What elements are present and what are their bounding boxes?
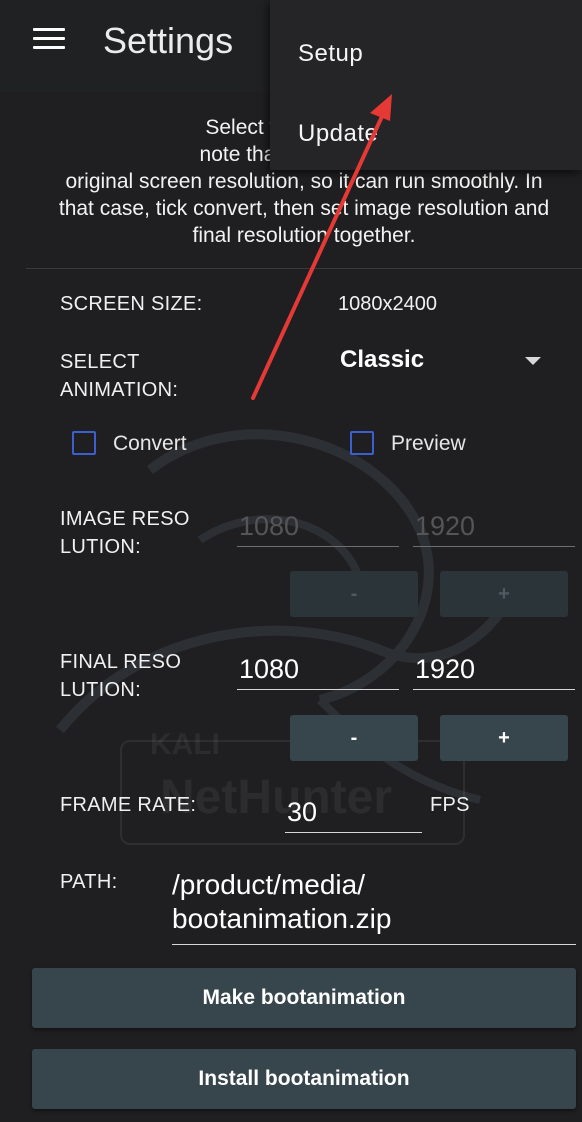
image-height-placeholder: 1920 (415, 511, 476, 541)
image-resolution-minus-button: - (290, 571, 418, 617)
screen-size-value: 1080x2400 (338, 293, 437, 315)
hamburger-menu-icon[interactable] (33, 28, 65, 52)
animation-selected-value[interactable]: Classic (340, 346, 424, 374)
divider (26, 268, 582, 269)
convert-checkbox[interactable] (72, 431, 96, 455)
final-height-input[interactable]: 1920 (413, 643, 575, 690)
screen-size-label: SCREEN SIZE: (60, 293, 203, 315)
final-resolution-label-line: LUTION: (60, 679, 141, 701)
overflow-menu: Setup Update (270, 0, 582, 170)
final-resolution-label-line: FINAL RESO (60, 651, 182, 673)
image-resolution-plus-button: + (440, 571, 568, 617)
menu-item-setup[interactable]: Setup (298, 40, 363, 68)
final-width-input[interactable]: 1080 (237, 643, 399, 690)
watermark-small-text: KALI (150, 728, 220, 761)
path-value[interactable]: /product/media/ bootanimation.zip (172, 868, 391, 936)
final-resolution-label: FINAL RESO LUTION: (60, 648, 181, 704)
frame-rate-input[interactable]: 30 (285, 786, 422, 833)
final-resolution-plus-button[interactable]: + (440, 715, 568, 761)
image-resolution-label-line: LUTION: (60, 536, 141, 558)
select-animation-label: SELECT ANIMATION: (60, 348, 178, 404)
page-title: Settings (103, 20, 234, 61)
select-animation-label-line: SELECT (60, 351, 140, 373)
image-width-placeholder: 1080 (239, 511, 300, 541)
frame-rate-label: FRAME RATE: (60, 794, 197, 816)
dropdown-arrow-icon[interactable] (525, 357, 541, 365)
fps-unit-label: FPS (430, 794, 470, 816)
image-width-field: 1080 (237, 500, 399, 547)
path-value-line: bootanimation.zip (172, 903, 392, 934)
convert-label[interactable]: Convert (113, 432, 187, 456)
final-width-value[interactable]: 1080 (239, 654, 299, 685)
preview-label[interactable]: Preview (391, 432, 466, 456)
final-height-value[interactable]: 1920 (415, 654, 475, 685)
path-input[interactable]: /product/media/ bootanimation.zip (172, 868, 576, 945)
image-resolution-label: IMAGE RESO LUTION: (60, 505, 190, 561)
intro-line: original screen resolution, so it can ru… (65, 170, 543, 193)
menu-item-update[interactable]: Update (298, 120, 378, 148)
select-animation-label-line: ANIMATION: (60, 379, 179, 401)
intro-line: final resolution together. (192, 224, 416, 247)
image-resolution-label-line: IMAGE RESO (60, 508, 190, 530)
path-label: PATH: (60, 871, 118, 893)
preview-checkbox[interactable] (350, 431, 374, 455)
image-height-field: 1920 (413, 500, 575, 547)
intro-line: that case, tick convert, then set image … (58, 197, 550, 220)
make-bootanimation-button[interactable]: Make bootanimation (32, 968, 576, 1028)
final-resolution-minus-button[interactable]: - (290, 715, 418, 761)
path-value-line: /product/media/ (172, 869, 365, 900)
install-bootanimation-button[interactable]: Install bootanimation (32, 1049, 576, 1109)
frame-rate-value[interactable]: 30 (287, 797, 317, 828)
